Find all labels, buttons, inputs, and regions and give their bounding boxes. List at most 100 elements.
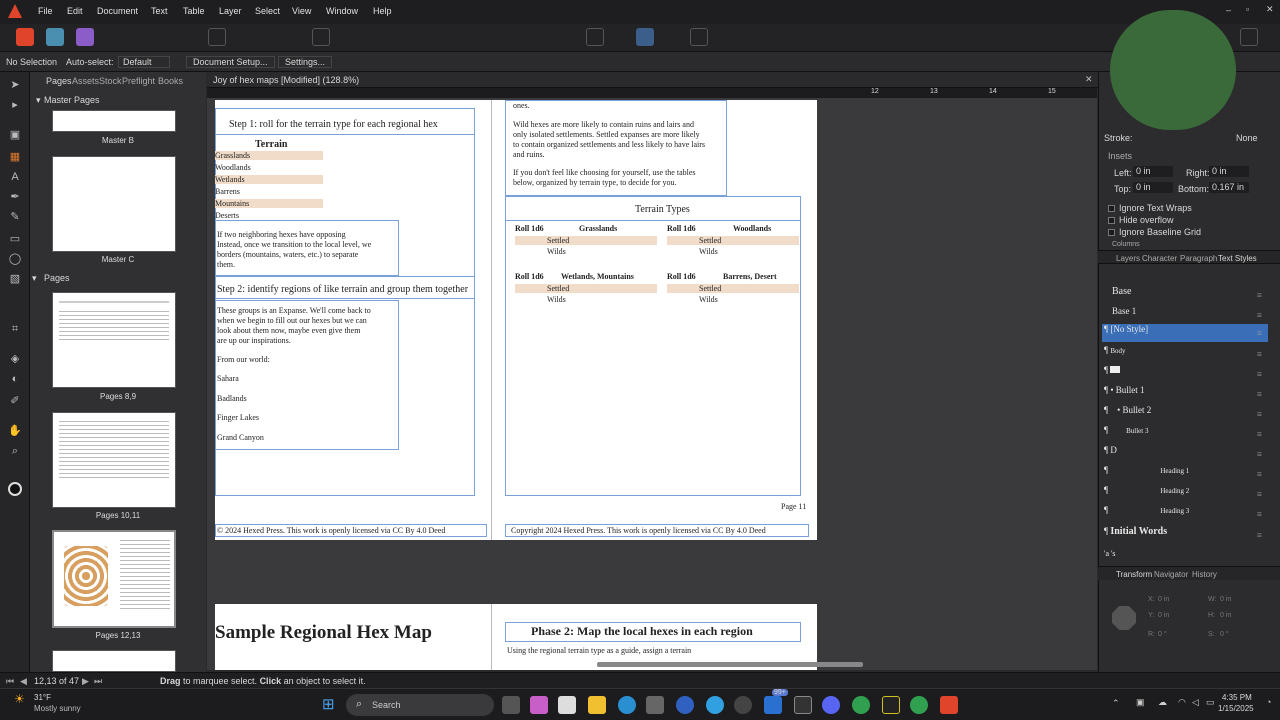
app-icon[interactable] — [558, 696, 576, 714]
copilot-icon[interactable] — [530, 696, 548, 714]
tray-chevron-icon[interactable]: ⌃ — [1112, 698, 1120, 709]
transform-h-value[interactable]: 0 in — [1220, 612, 1231, 619]
transform-y-value[interactable]: 0 in — [1158, 612, 1169, 619]
windows-start-icon[interactable]: ⊞ — [322, 695, 335, 713]
menu-icon[interactable]: ≡ — [1257, 349, 1262, 359]
next-page-icon[interactable]: ▶ — [82, 676, 89, 687]
tab-stock[interactable]: Stock — [99, 76, 122, 86]
node-tool-icon[interactable]: ▸ — [8, 98, 22, 112]
menu-edit[interactable]: Edit — [67, 6, 83, 16]
tab-preflight[interactable]: Preflight — [122, 76, 155, 86]
ellipse-tool-icon[interactable]: ◯ — [8, 252, 22, 266]
page-indicator[interactable]: 12,13 of 47 — [34, 676, 79, 686]
style-body[interactable]: ¶ Body ≡ — [1102, 345, 1268, 363]
zoom-tool-icon[interactable]: ⌕ — [8, 444, 22, 458]
crop-tool-icon[interactable]: ⌗ — [8, 322, 22, 336]
designer-persona-icon[interactable] — [76, 28, 94, 46]
frame-text-tool-icon[interactable]: ▣ — [8, 128, 22, 142]
inset-right-field[interactable]: 0 in — [1209, 166, 1249, 177]
toolbar-settings-icon[interactable] — [208, 28, 226, 46]
style-initial-words[interactable]: ¶ Initial Words ≡ — [1102, 526, 1268, 544]
style-base[interactable]: Base ≡ — [1102, 286, 1268, 304]
chrome2-icon[interactable] — [910, 696, 928, 714]
fill-tool-icon[interactable]: ◈ — [8, 352, 22, 366]
menu-icon[interactable]: ≡ — [1257, 328, 1262, 338]
clock-time[interactable]: 4:35 PM — [1222, 693, 1252, 702]
style-no-style[interactable]: ¶ [No Style] ≡ — [1102, 324, 1268, 342]
document-setup-button[interactable]: Document Setup... — [186, 56, 275, 68]
transform-x-value[interactable]: 0 in — [1158, 596, 1169, 603]
menu-icon[interactable]: ≡ — [1257, 489, 1262, 499]
close-document-icon[interactable]: ✕ — [1085, 74, 1093, 85]
menu-icon[interactable]: ≡ — [1257, 530, 1262, 540]
transform-w-value[interactable]: 0 in — [1220, 596, 1231, 603]
tab-navigator[interactable]: Navigator — [1154, 570, 1188, 579]
toolbar-user-icon[interactable] — [1240, 28, 1258, 46]
tab-character[interactable]: Character — [1142, 254, 1177, 263]
menu-text[interactable]: Text — [151, 6, 168, 16]
menu-icon[interactable]: ≡ — [1257, 429, 1262, 439]
inset-bottom-field[interactable]: 0.167 in — [1209, 182, 1249, 193]
master-b-thumbnail[interactable] — [52, 110, 176, 132]
transform-s-value[interactable]: 0 ° — [1220, 631, 1229, 638]
task-view-icon[interactable] — [502, 696, 520, 714]
pages-8-9-thumbnail[interactable] — [52, 292, 176, 388]
battery-icon[interactable]: ▭ — [1206, 697, 1215, 708]
tab-books[interactable]: Books — [158, 76, 183, 86]
first-page-icon[interactable]: ⏮ — [6, 676, 14, 687]
file-explorer-icon[interactable] — [588, 696, 606, 714]
picture-frame-tool-icon[interactable]: ▧ — [8, 272, 22, 286]
pen-tool-icon[interactable]: ✒ — [8, 190, 22, 204]
tab-history[interactable]: History — [1192, 570, 1217, 579]
tab-layers[interactable]: Layers — [1116, 254, 1140, 263]
ignore-text-wraps-checkbox[interactable] — [1108, 205, 1115, 213]
style-bullet-3[interactable]: ¶ Bullet 3 ≡ — [1102, 425, 1268, 443]
hide-overflow-checkbox[interactable] — [1108, 217, 1115, 225]
chrome-icon[interactable] — [852, 696, 870, 714]
document-tab[interactable]: Joy of hex maps [Modified] (128.8%) — [213, 75, 359, 85]
pages-10-11-thumbnail[interactable] — [52, 412, 176, 508]
affinity-publisher-taskbar-icon[interactable] — [940, 696, 958, 714]
toolbar-link-icon[interactable] — [586, 28, 604, 46]
ignore-baseline-grid-checkbox[interactable] — [1108, 229, 1115, 237]
style-heading-3[interactable]: ¶ Heading 3 ≡ — [1102, 505, 1268, 523]
store-icon[interactable] — [646, 696, 664, 714]
volume-icon[interactable]: ◁ — [1192, 697, 1199, 708]
menu-table[interactable]: Table — [183, 6, 205, 16]
toolbar-page-icon[interactable] — [312, 28, 330, 46]
wifi-icon[interactable]: ◠ — [1178, 697, 1186, 708]
transform-r-value[interactable]: 0 ° — [1158, 631, 1167, 638]
color-picker-tool-icon[interactable]: ✐ — [8, 394, 22, 408]
style-heading-2[interactable]: ¶ Heading 2 ≡ — [1102, 485, 1268, 503]
notification-bell-icon[interactable]: ◔ — [1266, 697, 1271, 707]
app2-icon[interactable] — [706, 696, 724, 714]
page-spread-12-13[interactable]: Sample Regional Hex Map Phase 2: Map the… — [215, 604, 817, 670]
menu-select[interactable]: Select — [255, 6, 280, 16]
style-heading-1[interactable]: ¶ Heading 1 ≡ — [1102, 465, 1268, 483]
taskbar-search[interactable]: ⌕ Search — [346, 694, 494, 716]
style-base-1[interactable]: Base 1 ≡ — [1102, 306, 1268, 324]
toolbar-baseline-icon[interactable] — [636, 28, 654, 46]
close-window-icon[interactable]: ✕ — [1266, 4, 1274, 15]
menu-icon[interactable]: ≡ — [1257, 509, 1262, 519]
master-c-thumbnail[interactable] — [52, 156, 176, 252]
menu-view[interactable]: View — [292, 6, 311, 16]
tab-paragraph[interactable]: Paragraph — [1180, 254, 1217, 263]
tray-app-icon[interactable]: ▣ — [1136, 697, 1145, 708]
clock-date[interactable]: 1/15/2025 — [1218, 704, 1254, 713]
rectangle-tool-icon[interactable]: ▭ — [8, 232, 22, 246]
move-tool-icon[interactable]: ➤ — [8, 78, 22, 92]
app5-icon[interactable] — [882, 696, 900, 714]
tray-app2-icon[interactable]: ☁ — [1158, 697, 1167, 708]
hand-tool-icon[interactable]: ✋ — [8, 424, 22, 438]
pages-14-15-thumbnail[interactable] — [52, 650, 176, 672]
browser-icon[interactable] — [676, 696, 694, 714]
prev-page-icon[interactable]: ◀ — [20, 676, 27, 687]
menu-file[interactable]: File — [38, 6, 53, 16]
menu-help[interactable]: Help — [373, 6, 392, 16]
pages-12-13-thumbnail[interactable] — [52, 530, 176, 628]
edge-icon[interactable] — [618, 696, 636, 714]
tab-transform[interactable]: Transform — [1116, 570, 1152, 579]
inset-left-field[interactable]: 0 in — [1133, 166, 1173, 177]
autoselect-dropdown[interactable]: Default — [118, 56, 170, 68]
